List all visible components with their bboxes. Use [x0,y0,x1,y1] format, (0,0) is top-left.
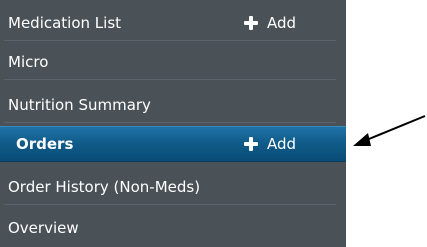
add-medication-button[interactable]: Add [244,14,296,32]
add-label: Add [267,14,297,32]
menu-item-orders[interactable]: Orders Add [0,126,346,162]
menu-item-label: Medication List [8,14,122,32]
divider [4,204,336,205]
plus-icon [244,137,258,151]
menu-item-label: Order History (Non-Meds) [8,178,201,196]
divider [4,79,336,80]
divider [4,122,336,123]
menu-item-micro[interactable]: Micro [0,44,346,80]
menu-item-label: Orders [16,135,74,153]
pointer-arrow-icon [353,115,426,146]
menu-item-medication-list[interactable]: Medication List Add [0,5,346,41]
navigation-menu: Medication List Add Micro Nutrition Summ… [0,0,346,247]
menu-item-overview[interactable]: Overview [0,210,346,246]
menu-item-label: Nutrition Summary [8,96,151,114]
add-order-button[interactable]: Add [244,135,296,153]
menu-item-nutrition-summary[interactable]: Nutrition Summary [0,87,346,123]
menu-item-order-history[interactable]: Order History (Non-Meds) [0,169,346,205]
add-label: Add [267,135,297,153]
plus-icon [244,16,258,30]
menu-item-label: Micro [8,53,49,71]
divider [4,40,336,41]
menu-item-label: Overview [8,219,79,237]
